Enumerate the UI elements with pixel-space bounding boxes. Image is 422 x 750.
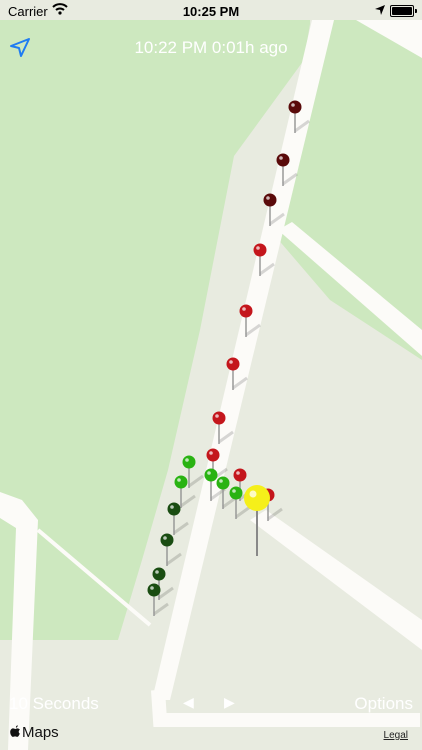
legal-link[interactable]: Legal (384, 730, 408, 741)
maps-label: Maps (22, 724, 59, 741)
previous-button[interactable]: ◀ (183, 694, 194, 711)
status-time: 10:25 PM (182, 4, 240, 19)
map-view[interactable] (0, 0, 422, 750)
location-arrow-icon (375, 5, 385, 15)
next-button[interactable]: ▶ (224, 694, 235, 711)
maps-attribution: Maps (10, 724, 59, 741)
playback-bar: 10 Seconds ◀ ▶ Options (0, 692, 422, 718)
elapsed-time-label: 10:22 PM 0:01h ago (134, 38, 288, 57)
apple-logo-icon (10, 725, 21, 737)
interval-button[interactable]: 10 Seconds (9, 694, 99, 714)
battery-icon (390, 5, 417, 17)
options-button[interactable]: Options (354, 694, 413, 714)
status-bar: Carrier 10:25 PM (0, 0, 422, 22)
